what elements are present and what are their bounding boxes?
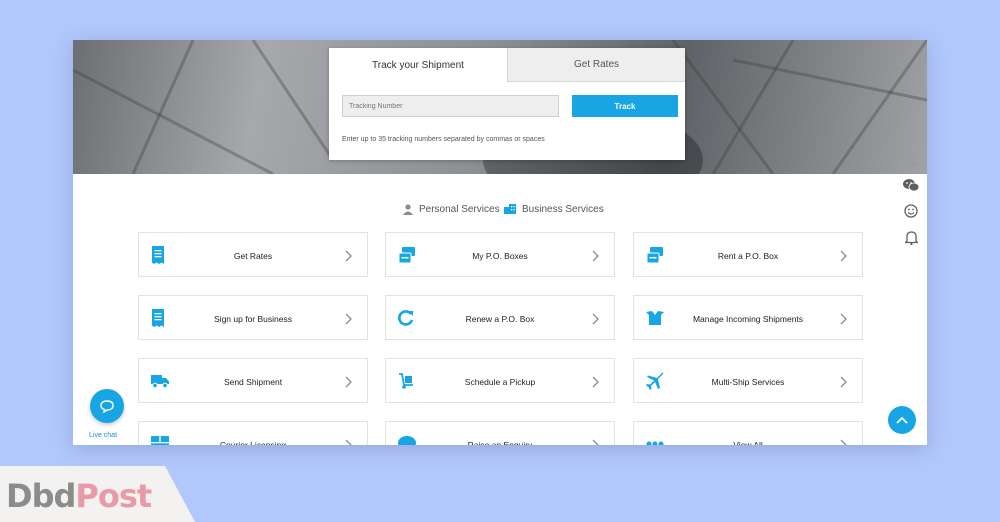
tracking-panel: Track your Shipment Get Rates Track Ente… xyxy=(329,48,685,160)
box-icon xyxy=(151,435,171,445)
track-button[interactable]: Track xyxy=(572,95,678,117)
po-box-icon xyxy=(646,246,666,264)
chevron-right-icon xyxy=(343,249,353,262)
live-chat-label: Live chat xyxy=(89,432,118,439)
building-icon xyxy=(504,204,516,214)
service-card[interactable]: Multi-Ship Services xyxy=(633,358,863,403)
logo-part-dbd: Dbd xyxy=(6,477,76,515)
open-box-icon xyxy=(646,309,666,327)
business-services-toggle[interactable]: Business Services xyxy=(504,201,604,217)
tracking-tabs: Track your Shipment Get Rates xyxy=(329,48,685,82)
tracking-number-input[interactable] xyxy=(342,95,559,117)
chevron-right-icon xyxy=(590,312,600,325)
service-card-label: Manage Incoming Shipments xyxy=(692,313,804,324)
service-card-label: Get Rates xyxy=(233,250,273,261)
chevron-right-icon xyxy=(838,249,848,262)
service-card[interactable]: Send Shipment xyxy=(138,358,368,403)
service-card[interactable]: Courier Licensing xyxy=(138,421,368,445)
renew-icon xyxy=(398,309,418,327)
chat-icon xyxy=(100,399,114,413)
service-card-label: View All xyxy=(733,439,763,446)
chevron-right-icon xyxy=(590,375,600,388)
service-card-label: Courier Licensing xyxy=(219,439,287,446)
service-card[interactable]: My P.O. Boxes xyxy=(385,232,615,277)
service-card[interactable]: Renew a P.O. Box xyxy=(385,295,615,340)
chevron-right-icon xyxy=(343,312,353,325)
service-card[interactable]: Manage Incoming Shipments xyxy=(633,295,863,340)
service-card[interactable]: Schedule a Pickup xyxy=(385,358,615,403)
bell-icon[interactable] xyxy=(902,228,920,246)
service-card-label: My P.O. Boxes xyxy=(472,250,528,261)
plane-icon xyxy=(646,372,666,390)
service-card[interactable]: View All xyxy=(633,421,863,445)
service-card-label: Schedule a Pickup xyxy=(464,376,536,387)
service-card-label: Renew a P.O. Box xyxy=(465,313,535,324)
tab-track-shipment[interactable]: Track your Shipment xyxy=(329,48,507,82)
service-card[interactable]: Raise an Enquiry xyxy=(385,421,615,445)
wechat-icon[interactable] xyxy=(902,176,920,194)
scroll-to-top-button[interactable] xyxy=(888,406,916,434)
smiley-icon[interactable] xyxy=(902,202,920,220)
service-card[interactable]: Get Rates xyxy=(138,232,368,277)
service-card[interactable]: Rent a P.O. Box xyxy=(633,232,863,277)
chevron-right-icon xyxy=(343,438,353,445)
service-card[interactable]: Sign up for Business xyxy=(138,295,368,340)
group-icon[interactable] xyxy=(902,150,920,168)
chevron-right-icon xyxy=(590,438,600,445)
tracking-hint: Enter up to 35 tracking numbers separate… xyxy=(342,136,545,143)
receipt-icon xyxy=(151,246,171,264)
tab-get-rates[interactable]: Get Rates xyxy=(507,48,685,82)
dots-icon xyxy=(646,435,666,445)
share-icon[interactable] xyxy=(902,126,920,144)
dolly-icon xyxy=(398,372,418,390)
browser-frame: Track your Shipment Get Rates Track Ente… xyxy=(73,40,927,445)
hero-banner: Track your Shipment Get Rates Track Ente… xyxy=(73,40,927,174)
truck-icon xyxy=(151,372,171,390)
chat-bubble-icon xyxy=(398,435,418,445)
chevron-right-icon xyxy=(838,438,848,445)
personal-services-label: Personal Services xyxy=(419,203,500,215)
dbdpost-logo: DbdPost xyxy=(6,477,152,515)
receipt-icon xyxy=(151,309,171,327)
service-card-label: Send Shipment xyxy=(223,376,283,387)
personal-services-toggle[interactable]: Personal Services xyxy=(403,201,500,217)
chevron-right-icon xyxy=(590,249,600,262)
logo-part-post: Post xyxy=(75,477,152,515)
person-icon xyxy=(403,203,413,215)
live-chat-button[interactable] xyxy=(90,389,124,423)
chevron-right-icon xyxy=(838,312,848,325)
po-box-icon xyxy=(398,246,418,264)
service-card-label: Multi-Ship Services xyxy=(711,376,785,387)
service-card-label: Rent a P.O. Box xyxy=(717,250,779,261)
chevron-right-icon xyxy=(343,375,353,388)
business-services-label: Business Services xyxy=(522,203,604,215)
service-card-label: Sign up for Business xyxy=(214,313,292,324)
chevron-up-icon xyxy=(896,416,908,424)
service-card-label: Raise an Enquiry xyxy=(467,439,533,446)
chevron-right-icon xyxy=(838,375,848,388)
